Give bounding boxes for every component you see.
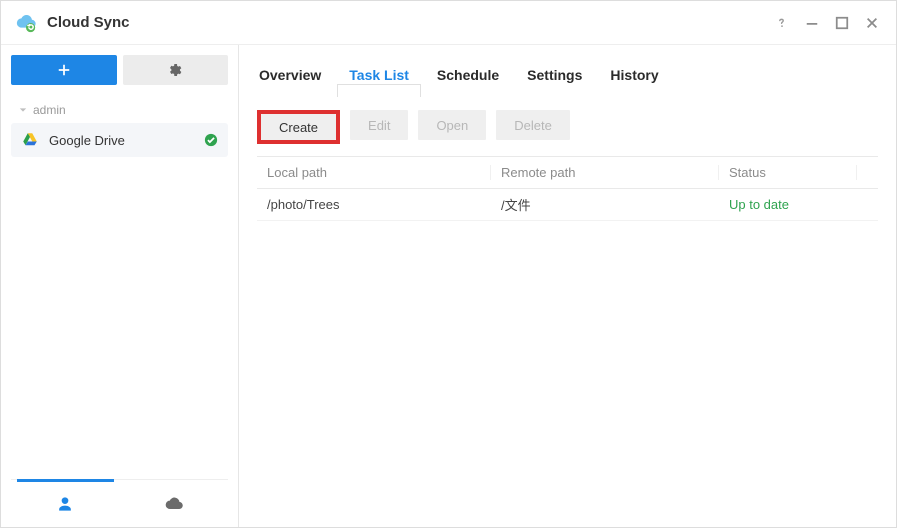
task-table: Local path Remote path Status /photo/Tre…	[257, 156, 878, 221]
footer-tab-cloud[interactable]	[120, 480, 229, 527]
help-icon[interactable]	[772, 13, 792, 33]
titlebar: Cloud Sync	[1, 1, 896, 45]
close-icon[interactable]	[862, 13, 882, 33]
sidebar-top-buttons	[11, 55, 228, 85]
create-button-highlight: Create	[257, 110, 340, 144]
app-title: Cloud Sync	[47, 14, 130, 31]
add-connection-button[interactable]	[11, 55, 117, 85]
col-header-local[interactable]: Local path	[257, 165, 491, 180]
tab-settings[interactable]: Settings	[525, 61, 584, 97]
cloud-sync-app-icon	[15, 12, 37, 34]
edit-button[interactable]: Edit	[350, 110, 408, 140]
main-tabs: Overview Task List Schedule Settings His…	[239, 45, 896, 97]
google-drive-icon	[21, 131, 39, 149]
tab-schedule[interactable]: Schedule	[435, 61, 501, 97]
open-button[interactable]: Open	[418, 110, 486, 140]
chevron-down-icon	[17, 103, 27, 117]
footer-tab-user[interactable]	[11, 480, 120, 527]
settings-button[interactable]	[123, 55, 229, 85]
sidebar-footer-tabs	[11, 479, 228, 527]
tab-history[interactable]: History	[608, 61, 660, 97]
sidebar-group-label: admin	[33, 103, 66, 117]
minimize-icon[interactable]	[802, 13, 822, 33]
connection-item-google-drive[interactable]: Google Drive	[11, 123, 228, 157]
cell-remote: /文件	[491, 195, 719, 214]
sidebar-group-header[interactable]: admin	[17, 103, 222, 117]
tab-task-list[interactable]: Task List	[347, 61, 411, 97]
maximize-icon[interactable]	[832, 13, 852, 33]
cell-local: /photo/Trees	[257, 197, 491, 212]
cell-status: Up to date	[719, 197, 857, 212]
delete-button[interactable]: Delete	[496, 110, 570, 140]
task-toolbar: Create Edit Open Delete	[239, 98, 896, 156]
app-window: Cloud Sync	[0, 0, 897, 528]
tab-overview[interactable]: Overview	[257, 61, 323, 97]
col-header-status[interactable]: Status	[719, 165, 857, 180]
create-button[interactable]: Create	[261, 114, 336, 140]
main-panel: Overview Task List Schedule Settings His…	[239, 45, 896, 527]
sidebar: admin Google Drive	[1, 45, 239, 527]
table-header: Local path Remote path Status	[257, 157, 878, 189]
col-header-remote[interactable]: Remote path	[491, 165, 719, 180]
table-row[interactable]: /photo/Trees /文件 Up to date	[257, 189, 878, 221]
status-ok-icon	[204, 133, 218, 147]
connection-item-label: Google Drive	[49, 133, 204, 148]
